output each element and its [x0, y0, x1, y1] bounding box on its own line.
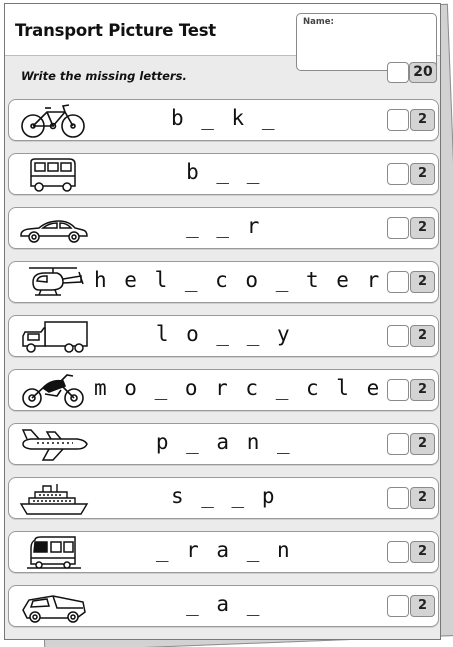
answer-checkbox[interactable]	[387, 325, 409, 347]
car-icon	[17, 210, 89, 248]
score-badge: 2	[410, 217, 435, 239]
missing-letters-word: b _ k _	[170, 106, 277, 130]
lorry-icon	[17, 318, 89, 356]
score-badge: 2	[410, 487, 435, 509]
instruction-text: Write the missing letters.	[21, 69, 187, 83]
name-label: Name:	[303, 17, 334, 27]
van-icon	[17, 588, 89, 626]
question-row: p _ a n _ 2	[8, 423, 439, 465]
answer-checkbox[interactable]	[387, 379, 409, 401]
score-badge: 2	[410, 595, 435, 617]
score-badge: 2	[410, 109, 435, 131]
question-row: b _ k _ 2	[8, 99, 439, 141]
missing-letters-word: _ a _	[186, 592, 262, 616]
question-row: _ r a _ n 2	[8, 531, 439, 573]
question-row: s _ _ p 2	[8, 477, 439, 519]
missing-letters-word: b _ _	[186, 160, 262, 184]
answer-checkbox[interactable]	[387, 595, 409, 617]
question-row: _ _ r 2	[8, 207, 439, 249]
worksheet: Transport Picture Test Name: 20 Write th…	[4, 3, 441, 640]
missing-letters-word: h e l _ c o _ t e r	[94, 268, 382, 292]
missing-letters-word: m o _ o r c _ c l e	[94, 376, 382, 400]
answer-checkbox[interactable]	[387, 163, 409, 185]
score-badge: 2	[410, 541, 435, 563]
missing-letters-word: p _ a n _	[155, 430, 293, 454]
train-icon	[17, 534, 89, 572]
missing-letters-word: s _ _ p	[170, 484, 277, 508]
question-row: h e l _ c o _ t e r 2	[8, 261, 439, 303]
score-badge: 2	[410, 163, 435, 185]
answer-checkbox[interactable]	[387, 433, 409, 455]
answer-checkbox[interactable]	[387, 487, 409, 509]
question-row: l o _ _ y 2	[8, 315, 439, 357]
question-row: _ a _ 2	[8, 585, 439, 627]
plane-icon	[17, 426, 89, 464]
motorcycle-icon	[17, 372, 89, 410]
total-score-badge: 20	[409, 62, 437, 83]
score-badge: 2	[410, 379, 435, 401]
score-badge: 2	[410, 271, 435, 293]
page-title: Transport Picture Test	[15, 21, 216, 40]
helicopter-icon	[17, 264, 89, 302]
answer-checkbox[interactable]	[387, 541, 409, 563]
question-row: b _ _ 2	[8, 153, 439, 195]
missing-letters-word: _ r a _ n	[155, 538, 293, 562]
ship-icon	[17, 480, 89, 518]
answer-checkbox[interactable]	[387, 217, 409, 239]
missing-letters-word: l o _ _ y	[155, 322, 293, 346]
score-badge: 2	[410, 433, 435, 455]
answer-checkbox[interactable]	[387, 271, 409, 293]
bicycle-icon	[17, 102, 89, 140]
answer-checkbox[interactable]	[387, 109, 409, 131]
missing-letters-word: _ _ r	[186, 214, 262, 238]
bus-icon	[17, 156, 89, 194]
question-row: m o _ o r c _ c l e 2	[8, 369, 439, 411]
score-badge: 2	[410, 325, 435, 347]
total-score-input[interactable]	[387, 62, 409, 83]
